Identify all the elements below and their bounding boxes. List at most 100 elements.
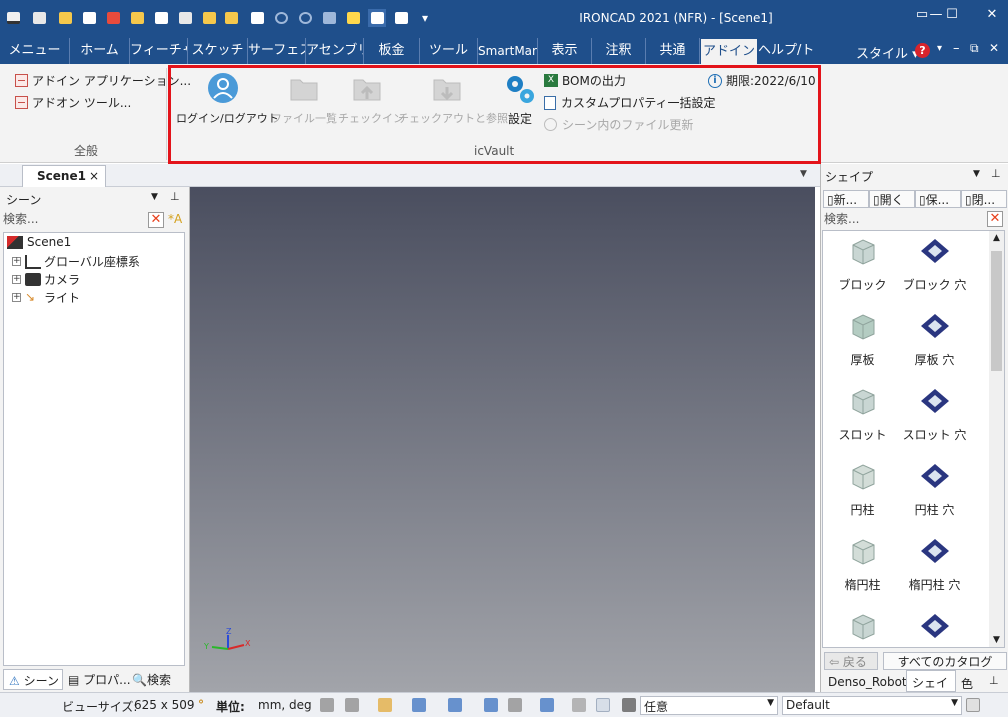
tab-search[interactable]: 🔍検索	[132, 671, 171, 688]
tab-home[interactable]: ホーム	[70, 38, 130, 64]
open-file-icon[interactable]	[56, 9, 74, 27]
pan-icon[interactable]	[448, 698, 462, 712]
help-dropdown-icon[interactable]: ▾	[937, 43, 942, 54]
tree-item-light[interactable]: + ↘ ライト	[12, 289, 80, 306]
tree-item-camera[interactable]: + カメラ	[12, 271, 80, 288]
tab-tools[interactable]: ツール	[420, 38, 478, 64]
catalog-search-input[interactable]: 検索...	[824, 210, 859, 227]
doc-minimize-icon[interactable]: –	[953, 41, 960, 56]
undo-icon[interactable]	[272, 9, 290, 27]
save-all-icon[interactable]	[200, 9, 218, 27]
new-file-icon[interactable]	[30, 9, 48, 27]
expand-icon[interactable]: +	[12, 293, 21, 302]
back-button[interactable]: ⇦ 戻る	[824, 652, 878, 670]
addon-tools-button[interactable]: アドオン ツール...	[15, 94, 131, 111]
zoom-window-icon[interactable]	[345, 698, 359, 712]
shape-item[interactable]: 楕円柱 穴	[897, 535, 972, 593]
shape-item[interactable]: 厚板	[825, 310, 900, 368]
tab-color[interactable]: 色	[961, 672, 973, 692]
app-menu-icon[interactable]	[4, 9, 22, 27]
shape-item[interactable]: 厚板 穴	[897, 310, 972, 368]
all-catalogs-button[interactable]: すべてのカタログ	[883, 652, 1007, 670]
save-catalog-button[interactable]: ▯保...	[915, 190, 961, 208]
redo-icon[interactable]	[296, 9, 314, 27]
3d-viewport[interactable]: Z Y X	[190, 187, 815, 692]
filter-icon[interactable]: *A	[168, 212, 182, 226]
tab-close-icon[interactable]: ×	[89, 169, 99, 183]
tab-common[interactable]: 共通	[646, 38, 700, 64]
expand-icon[interactable]: +	[12, 275, 21, 284]
print-icon[interactable]	[128, 9, 146, 27]
pin-icon[interactable]: ⊥	[991, 167, 1001, 180]
shape-item[interactable]: 円柱	[825, 460, 900, 518]
catalog-pin-icon[interactable]: ⊥	[989, 674, 999, 687]
selection-mode-select[interactable]: 任意 ▼	[640, 696, 778, 715]
tab-sketch[interactable]: スケッチ	[188, 38, 248, 64]
tab-menu[interactable]: メニュー	[0, 38, 70, 64]
save-as-icon[interactable]	[104, 9, 122, 27]
addin-applications-button[interactable]: アドイン アプリケーション...	[15, 72, 191, 89]
tab-view[interactable]: 表示	[538, 38, 592, 64]
panel-menu-icon[interactable]: ▼	[151, 192, 158, 202]
expand-icon[interactable]: +	[12, 257, 21, 266]
tab-properties[interactable]: ▤ プロパ...	[68, 671, 131, 688]
shape-item[interactable]: スロット	[825, 385, 900, 443]
tab-shape[interactable]: シェイプ	[906, 670, 956, 707]
sparkle-icon[interactable]	[344, 9, 362, 27]
style-select[interactable]: Default ▼	[782, 696, 962, 715]
tab-addin[interactable]: アドイン	[701, 39, 757, 64]
zoom-icon[interactable]	[320, 698, 334, 712]
shape-item[interactable]: スロット 穴	[897, 385, 972, 443]
open-catalog-button[interactable]: ▯開く	[869, 190, 915, 208]
panel-menu-icon[interactable]: ▼	[973, 169, 980, 179]
scroll-down-icon[interactable]: ▼	[989, 635, 1004, 645]
doc-close-icon[interactable]: ✕	[989, 41, 999, 55]
close-button[interactable]: ✕	[978, 4, 1006, 26]
tree-item-global-coords[interactable]: + グローバル座標系	[12, 253, 140, 270]
tab-list-dropdown-icon[interactable]: ▼	[800, 169, 807, 179]
close-doc-icon[interactable]	[222, 9, 240, 27]
table-icon[interactable]	[392, 9, 410, 27]
glasses-icon[interactable]	[508, 698, 522, 712]
clear-search-icon[interactable]: ✕	[987, 211, 1003, 227]
column-icon[interactable]	[368, 9, 386, 27]
box-view-icon[interactable]	[540, 698, 554, 712]
shape-item[interactable]: 多角柱 穴	[897, 610, 972, 647]
style-menu[interactable]: スタイル ▾	[856, 43, 919, 62]
tab-sheetmetal[interactable]: 板金	[364, 38, 420, 64]
shape-item[interactable]: 楕円柱	[825, 535, 900, 593]
tab-assembly[interactable]: アセンブリ	[306, 38, 364, 64]
catalog-scrollbar[interactable]: ▲ ▼	[989, 231, 1004, 647]
hand-icon[interactable]	[572, 698, 586, 712]
shape-item[interactable]: ブロック	[825, 235, 900, 293]
shape-item[interactable]: 円柱 穴	[897, 460, 972, 518]
shape-item[interactable]: 多角柱	[825, 610, 900, 647]
doc-restore-icon[interactable]: ⧉	[970, 41, 979, 56]
scene-search-input[interactable]: 検索...	[3, 210, 145, 228]
shape-item[interactable]: ブロック 穴	[897, 235, 972, 293]
select-arrow-icon[interactable]	[596, 698, 610, 712]
import-icon[interactable]	[248, 9, 266, 27]
globe-icon[interactable]	[320, 9, 338, 27]
tab-scene1[interactable]: Scene1 ×	[22, 165, 106, 187]
tab-smartmarkup[interactable]: SmartMar	[478, 38, 538, 64]
folder-icon[interactable]	[176, 9, 194, 27]
tab-surface[interactable]: サーフェス	[248, 38, 306, 64]
scroll-thumb[interactable]	[991, 251, 1002, 371]
scroll-up-icon[interactable]: ▲	[989, 233, 1004, 243]
tree-item-scene1[interactable]: Scene1	[7, 235, 71, 249]
orbit-icon[interactable]	[378, 698, 392, 712]
tab-scene[interactable]: ⚠ シーン	[3, 669, 63, 690]
help-icon[interactable]: ?	[915, 43, 930, 58]
view-cube-icon[interactable]	[412, 698, 426, 712]
clear-search-icon[interactable]: ✕	[148, 212, 164, 228]
tab-denso-robot[interactable]: Denso_Robot	[824, 672, 911, 692]
export-icon[interactable]	[152, 9, 170, 27]
render-icon[interactable]	[484, 698, 498, 712]
close-catalog-button[interactable]: ▯閉...	[961, 190, 1007, 208]
layout-icon[interactable]	[966, 698, 980, 712]
new-catalog-button[interactable]: ▯新...	[823, 190, 869, 208]
pin-icon[interactable]: ⊥	[170, 190, 180, 203]
customize-icon[interactable]: ▾	[416, 9, 434, 27]
tab-feature[interactable]: フィーチャ	[130, 38, 188, 64]
